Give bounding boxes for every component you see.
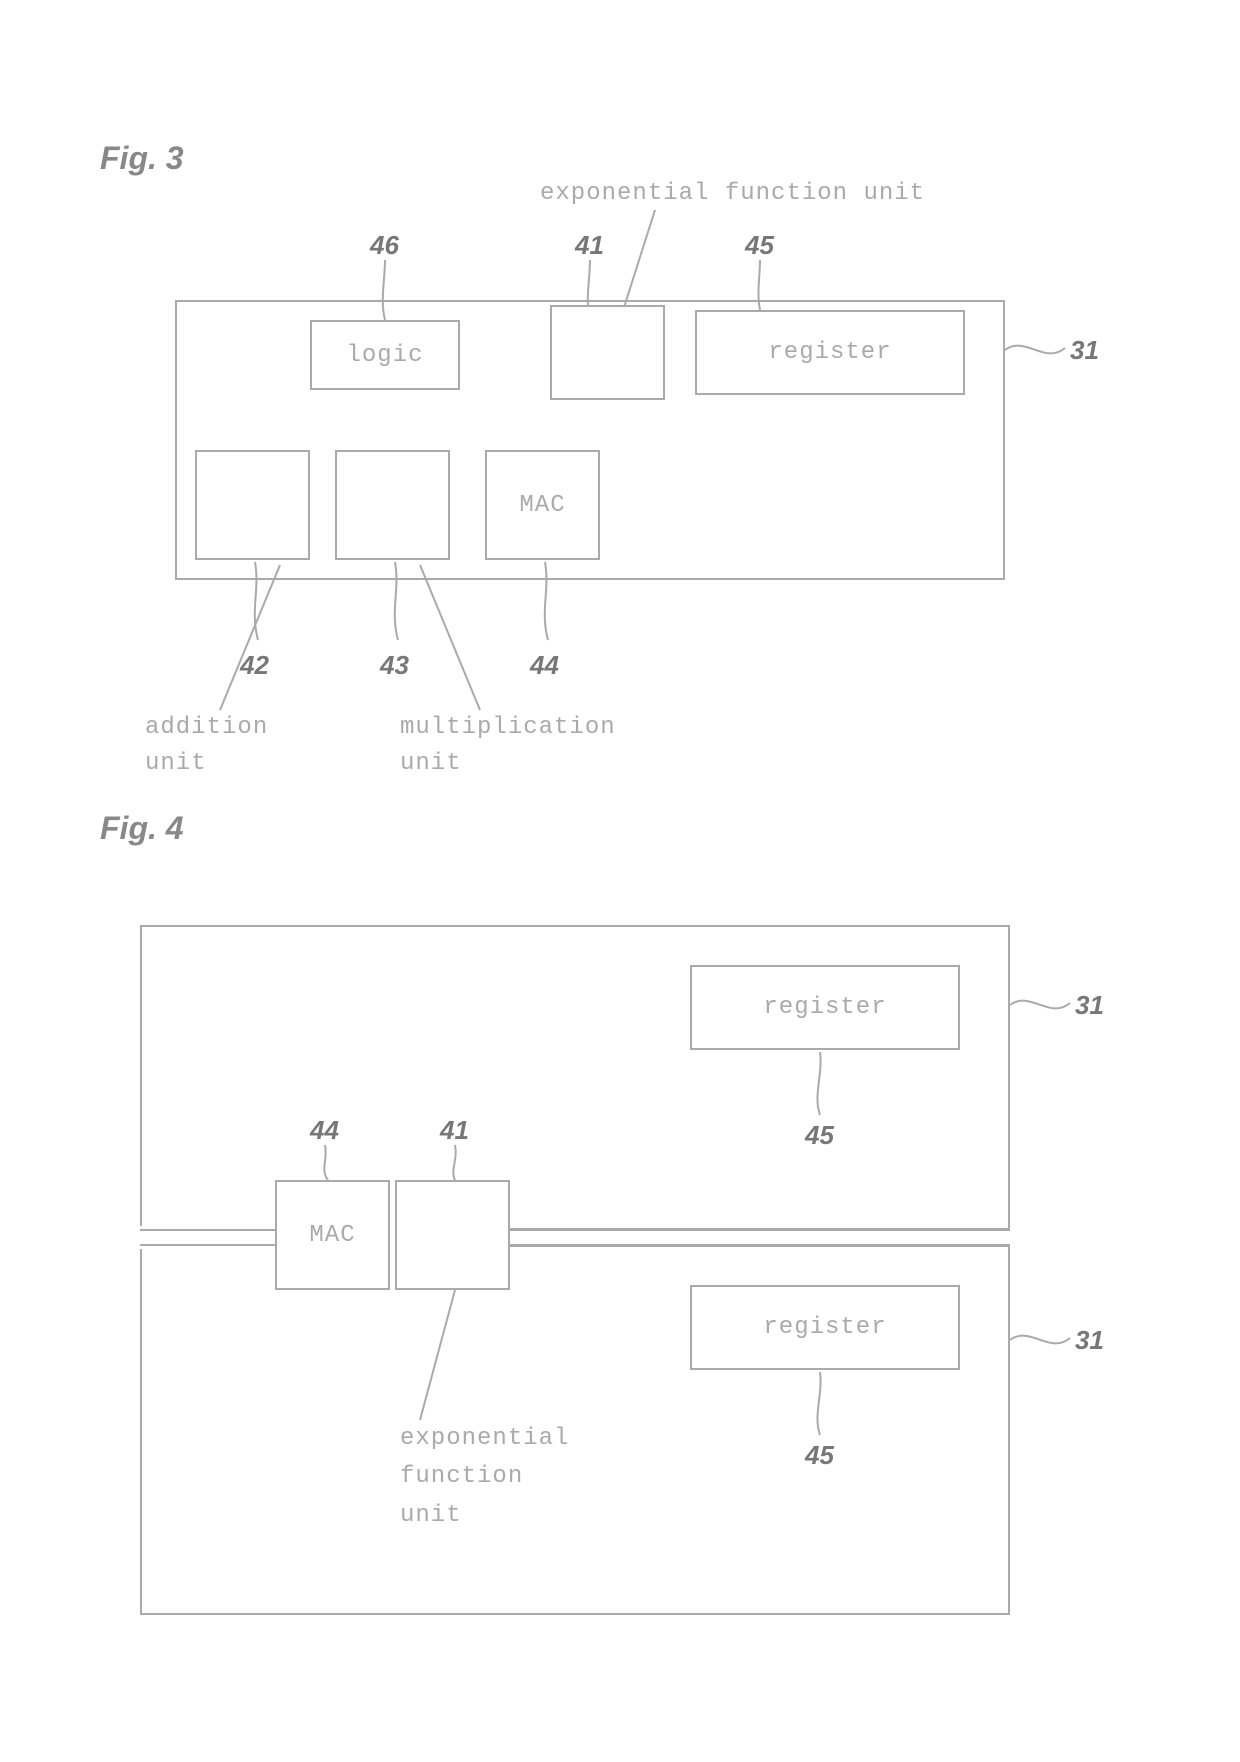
fig3-ref-46: 46: [370, 230, 399, 261]
figure-4-title: Fig. 4: [100, 810, 184, 847]
fig3-box-register: register: [695, 310, 965, 395]
fig3-ref-43: 43: [380, 650, 409, 681]
fig4-ref-45-lower: 45: [805, 1440, 834, 1471]
fig3-callout-exponential: exponential function unit: [540, 180, 925, 207]
fig4-box-register-lower: register: [690, 1285, 960, 1370]
fig3-ref-41: 41: [575, 230, 604, 261]
fig3-box-43: [335, 450, 450, 560]
fig3-box-41: [550, 305, 665, 400]
fig3-ref-44: 44: [530, 650, 559, 681]
fig4-label-exponential: exponentialfunctionunit: [400, 1420, 569, 1535]
fig3-label-multiplication: multiplicationunit: [400, 710, 616, 782]
fig3-ref-45: 45: [745, 230, 774, 261]
fig4-box-41: [395, 1180, 510, 1290]
fig4-register-upper-label: register: [763, 994, 886, 1021]
fig4-ref-45-upper: 45: [805, 1120, 834, 1151]
fig4-ref-44: 44: [310, 1115, 339, 1146]
fig3-ref-42: 42: [240, 650, 269, 681]
fig4-box-mac-label: MAC: [309, 1222, 355, 1249]
fig3-box-logic: logic: [310, 320, 460, 390]
fig3-box-mac: MAC: [485, 450, 600, 560]
fig3-box-mac-label: MAC: [519, 492, 565, 519]
fig4-ref-31-lower: 31: [1075, 1325, 1104, 1356]
fig4-ref-31-upper: 31: [1075, 990, 1104, 1021]
fig4-box-mac: MAC: [275, 1180, 390, 1290]
fig4-register-lower-label: register: [763, 1314, 886, 1341]
fig3-box-logic-label: logic: [346, 342, 423, 369]
fig3-ref-31: 31: [1070, 335, 1099, 366]
figure-3-title: Fig. 3: [100, 140, 184, 177]
fig3-box-register-label: register: [768, 339, 891, 366]
fig4-box-register-upper: register: [690, 965, 960, 1050]
fig3-label-addition: additionunit: [145, 710, 268, 782]
fig3-box-42: [195, 450, 310, 560]
fig4-ref-41: 41: [440, 1115, 469, 1146]
